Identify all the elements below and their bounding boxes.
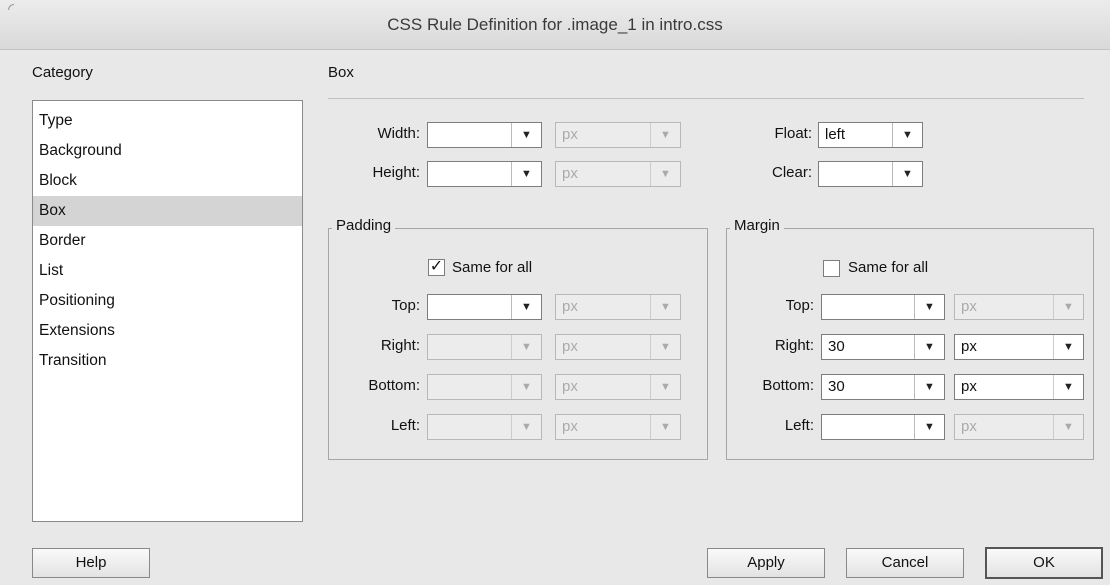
- padding-same-label: Same for all: [452, 259, 533, 276]
- height-input[interactable]: ▼: [427, 161, 542, 187]
- margin-right-value: 30: [828, 338, 845, 355]
- padding-right-unit-value: px: [562, 338, 578, 355]
- dropdown-arrow-icon: ▼: [1053, 295, 1083, 319]
- dropdown-arrow-icon[interactable]: ▼: [892, 162, 922, 186]
- padding-bottom-unit: px ▼: [555, 374, 681, 400]
- margin-top-unit-value: px: [961, 298, 977, 315]
- dropdown-arrow-icon: ▼: [511, 415, 541, 439]
- padding-same-checkbox[interactable]: ✓: [428, 259, 445, 276]
- dropdown-arrow-icon: ▼: [650, 295, 680, 319]
- padding-top-unit: px ▼: [555, 294, 681, 320]
- padding-bottom-label: Bottom:: [368, 377, 420, 394]
- margin-left-unit: px ▼: [954, 414, 1084, 440]
- margin-left-label: Left:: [784, 417, 814, 434]
- category-list[interactable]: Type Background Block Box Border List Po…: [32, 100, 303, 522]
- category-item-background[interactable]: Background: [33, 136, 302, 166]
- width-label: Width:: [377, 125, 420, 142]
- dropdown-arrow-icon: ▼: [650, 335, 680, 359]
- height-unit-select: px ▼: [555, 161, 681, 187]
- margin-top-unit: px ▼: [954, 294, 1084, 320]
- category-item-block[interactable]: Block: [33, 166, 302, 196]
- cancel-button[interactable]: Cancel: [846, 548, 964, 578]
- category-heading: Category: [32, 64, 93, 81]
- padding-right-unit: px ▼: [555, 334, 681, 360]
- margin-bottom-label: Bottom:: [762, 377, 814, 394]
- margin-bottom-input[interactable]: 30 ▼: [821, 374, 945, 400]
- dropdown-arrow-icon: ▼: [650, 123, 680, 147]
- margin-right-label: Right:: [774, 337, 814, 354]
- dropdown-arrow-icon[interactable]: ▼: [511, 295, 541, 319]
- clear-label: Clear:: [771, 164, 812, 181]
- margin-group-title: Margin: [730, 217, 784, 234]
- dropdown-arrow-icon[interactable]: ▼: [914, 415, 944, 439]
- padding-right-label: Right:: [380, 337, 420, 354]
- dropdown-arrow-icon: ▼: [650, 415, 680, 439]
- dropdown-arrow-icon[interactable]: ▼: [914, 295, 944, 319]
- padding-left-label: Left:: [390, 417, 420, 434]
- padding-bottom-unit-value: px: [562, 378, 578, 395]
- padding-top-input[interactable]: ▼: [427, 294, 542, 320]
- width-unit-select: px ▼: [555, 122, 681, 148]
- dropdown-arrow-icon[interactable]: ▼: [1053, 375, 1083, 399]
- dropdown-arrow-icon: ▼: [511, 335, 541, 359]
- section-title: Box: [328, 64, 354, 81]
- margin-bottom-unit-select[interactable]: px ▼: [954, 374, 1084, 400]
- category-item-positioning[interactable]: Positioning: [33, 286, 302, 316]
- width-input[interactable]: ▼: [427, 122, 542, 148]
- ok-button[interactable]: OK: [985, 547, 1103, 579]
- category-item-list[interactable]: List: [33, 256, 302, 286]
- margin-left-unit-value: px: [961, 418, 977, 435]
- checkmark-icon: ✓: [429, 258, 444, 275]
- margin-top-label: Top:: [785, 297, 814, 314]
- clear-select[interactable]: ▼: [818, 161, 923, 187]
- margin-left-input[interactable]: ▼: [821, 414, 945, 440]
- category-item-box[interactable]: Box: [33, 196, 302, 226]
- dropdown-arrow-icon[interactable]: ▼: [1053, 335, 1083, 359]
- dropdown-arrow-icon: ▼: [511, 375, 541, 399]
- margin-bottom-unit-value: px: [961, 378, 977, 395]
- dropdown-arrow-icon: ▼: [650, 162, 680, 186]
- padding-left-input: ▼: [427, 414, 542, 440]
- dropdown-arrow-icon[interactable]: ▼: [914, 375, 944, 399]
- window-titlebar: CSS Rule Definition for .image_1 in intr…: [0, 0, 1110, 50]
- category-item-type[interactable]: Type: [33, 106, 302, 136]
- margin-right-unit-select[interactable]: px ▼: [954, 334, 1084, 360]
- category-item-extensions[interactable]: Extensions: [33, 316, 302, 346]
- padding-bottom-input: ▼: [427, 374, 542, 400]
- padding-top-unit-value: px: [562, 298, 578, 315]
- margin-right-input[interactable]: 30 ▼: [821, 334, 945, 360]
- window-title: CSS Rule Definition for .image_1 in intr…: [387, 15, 723, 34]
- padding-group-title: Padding: [332, 217, 396, 234]
- float-select[interactable]: left ▼: [818, 122, 923, 148]
- help-button[interactable]: Help: [32, 548, 150, 578]
- float-value: left: [825, 126, 846, 143]
- float-label: Float:: [774, 125, 812, 142]
- width-unit-value: px: [562, 126, 578, 143]
- height-label: Height:: [372, 164, 420, 181]
- category-item-transition[interactable]: Transition: [33, 346, 302, 376]
- height-unit-value: px: [562, 165, 578, 182]
- section-divider: [328, 98, 1084, 99]
- margin-same-label: Same for all: [848, 259, 929, 276]
- margin-bottom-value: 30: [828, 378, 845, 395]
- margin-top-input[interactable]: ▼: [821, 294, 945, 320]
- dropdown-arrow-icon[interactable]: ▼: [892, 123, 922, 147]
- padding-top-label: Top:: [391, 297, 420, 314]
- padding-left-unit-value: px: [562, 418, 578, 435]
- dropdown-arrow-icon[interactable]: ▼: [511, 123, 541, 147]
- padding-left-unit: px ▼: [555, 414, 681, 440]
- apply-button[interactable]: Apply: [707, 548, 825, 578]
- window-corner: [8, 4, 14, 10]
- dropdown-arrow-icon[interactable]: ▼: [914, 335, 944, 359]
- padding-right-input: ▼: [427, 334, 542, 360]
- dropdown-arrow-icon[interactable]: ▼: [511, 162, 541, 186]
- margin-same-checkbox[interactable]: [823, 260, 840, 277]
- dropdown-arrow-icon: ▼: [1053, 415, 1083, 439]
- category-item-border[interactable]: Border: [33, 226, 302, 256]
- dropdown-arrow-icon: ▼: [650, 375, 680, 399]
- margin-right-unit-value: px: [961, 338, 977, 355]
